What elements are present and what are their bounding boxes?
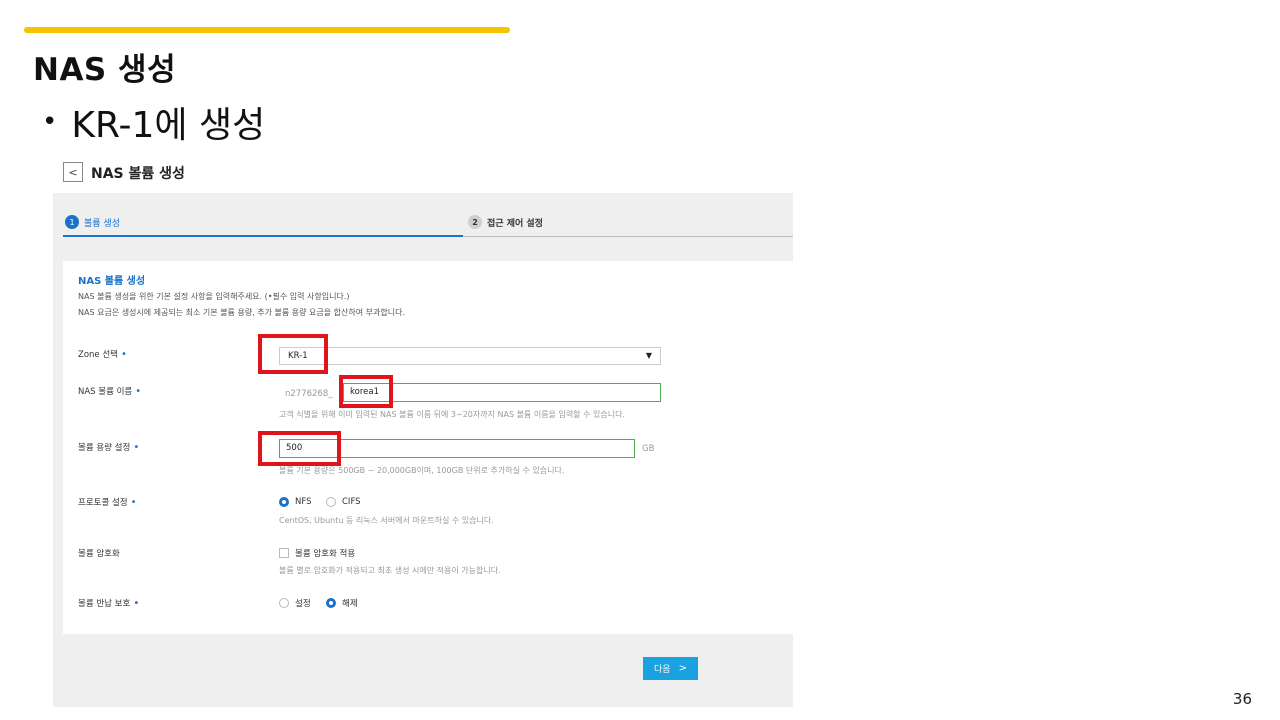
zone-highlight-box (258, 334, 328, 374)
step-label: 접근 제어 설정 (487, 218, 543, 229)
protocol-cifs-radio[interactable]: CIFS (326, 497, 361, 507)
slide-title: NAS 생성 (33, 52, 177, 88)
protocol-label: 프로토콜 설정 • (78, 497, 137, 508)
required-mark: • (133, 442, 140, 453)
form-title: NAS 볼륨 생성 (78, 276, 146, 287)
step-progress-track (463, 236, 793, 237)
radio-unselected-icon (279, 598, 289, 608)
step-access-control[interactable]: 2 접근 제어 설정 (468, 215, 543, 229)
encryption-label: 볼륨 암호화 (78, 549, 120, 559)
zone-label: Zone 선택 • (78, 349, 127, 360)
protocol-nfs-radio[interactable]: NFS (279, 497, 312, 507)
volume-name-prefix: n2776268_ (285, 389, 333, 399)
chevron-left-icon: < (68, 165, 78, 179)
volume-name-label: NAS 볼륨 이름 • (78, 386, 142, 397)
bullet-dot-icon: • (42, 107, 58, 137)
return-protection-off-label: 해제 (342, 599, 358, 609)
chevron-right-icon: > (678, 663, 687, 674)
return-protection-on-label: 설정 (295, 599, 311, 609)
zone-select[interactable]: KR-1 ▼ (279, 347, 661, 365)
form-description: NAS 볼륨 생성을 위한 기본 설정 사항을 입력해주세요. (•필수 입력 … (78, 292, 350, 301)
radio-unselected-icon (326, 497, 336, 507)
encryption-checkbox[interactable]: 볼륨 암호화 적용 (279, 547, 355, 559)
step-label: 볼륨 생성 (84, 218, 120, 229)
next-button-label: 다음 (654, 665, 671, 675)
next-button[interactable]: 다음 > (643, 657, 698, 680)
volume-size-unit: GB (642, 444, 655, 454)
volume-size-label: 볼륨 용량 설정 • (78, 442, 140, 453)
protocol-help: CentOS, Ubuntu 등 리눅스 서버에서 마운트하실 수 있습니다. (279, 516, 494, 525)
return-protection-on-radio[interactable]: 설정 (279, 597, 311, 609)
required-mark: • (130, 497, 137, 508)
step-number: 2 (468, 215, 482, 229)
step-volume-create[interactable]: 1 볼륨 생성 (65, 215, 120, 229)
slide-accent-bar (24, 27, 510, 33)
radio-selected-icon (279, 497, 289, 507)
step-progress-active (63, 235, 463, 237)
caret-down-icon: ▼ (645, 351, 652, 360)
protocol-nfs-label: NFS (295, 497, 312, 507)
volume-size-help: 볼륨 기본 용량은 500GB ~ 20,000GB이며, 100GB 단위로 … (279, 466, 565, 475)
encryption-checkbox-label: 볼륨 암호화 적용 (295, 549, 356, 559)
slide-bullet: • KR-1에 생성 (42, 96, 265, 148)
volume-size-highlight-box (258, 431, 341, 466)
volume-form-card: NAS 볼륨 생성 NAS 볼륨 생성을 위한 기본 설정 사항을 입력해주세요… (63, 261, 793, 634)
bullet-text: KR-1에 생성 (71, 105, 266, 146)
encryption-help: 볼륨 별로 암호화가 적용되고 최초 생성 시에만 적용이 가능합니다. (279, 566, 501, 575)
page-title: NAS 볼륨 생성 (91, 166, 185, 182)
step-number: 1 (65, 215, 79, 229)
volume-name-highlight-box (339, 375, 393, 408)
protocol-cifs-label: CIFS (342, 497, 361, 507)
return-protection-label: 볼륨 반납 보호 • (78, 598, 140, 609)
radio-selected-icon (326, 598, 336, 608)
page-number: 36 (1232, 690, 1252, 708)
required-mark: • (133, 598, 140, 609)
nas-create-panel: 1 볼륨 생성 2 접근 제어 설정 NAS 볼륨 생성 NAS 볼륨 생성을 … (53, 193, 793, 707)
required-mark: • (120, 349, 127, 360)
required-mark: • (135, 386, 142, 397)
return-protection-off-radio[interactable]: 해제 (326, 597, 358, 609)
back-button[interactable]: < (63, 162, 83, 182)
form-pricing-note: NAS 요금은 생성시에 제공되는 최소 기본 볼륨 용량, 추가 볼륨 용량 … (78, 308, 405, 317)
checkbox-icon (279, 548, 289, 558)
wizard-steps: 1 볼륨 생성 2 접근 제어 설정 (53, 193, 793, 239)
volume-name-help: 고객 식별을 위해 이미 입력된 NAS 볼륨 이름 뒤에 3~20자까지 NA… (279, 410, 625, 419)
